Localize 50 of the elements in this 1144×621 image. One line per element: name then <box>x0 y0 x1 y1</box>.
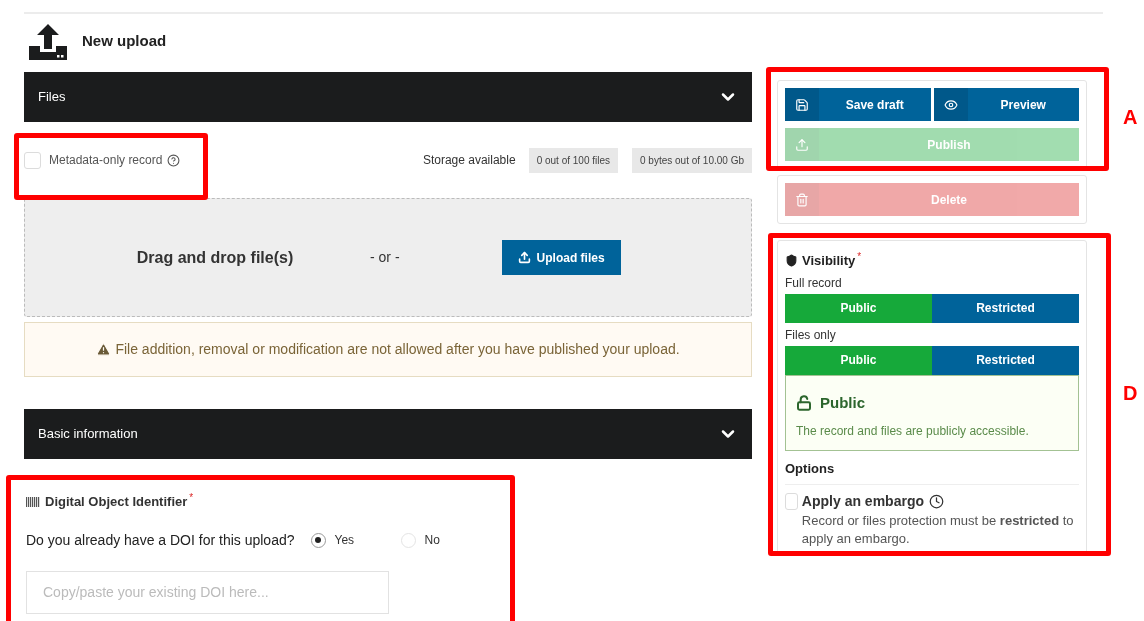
section-header[interactable]: Files <box>24 72 752 122</box>
warning-icon <box>96 342 112 357</box>
visibility-group-label: Files only <box>785 326 837 344</box>
visibility-option[interactable]: Restricted <box>932 345 1079 375</box>
files-count-badge: 0 out of 100 files <box>528 147 619 173</box>
checkbox[interactable] <box>24 151 41 169</box>
publish-icon <box>795 137 809 152</box>
status-title: Public <box>820 392 865 413</box>
save-draft-button[interactable]: Save draft <box>785 88 931 121</box>
annotation-letter: D <box>1123 381 1138 406</box>
barcode-icon <box>26 496 40 507</box>
embargo-note: Record or files protection must be restricted to apply an embargo. <box>801 511 1075 548</box>
storage-size-badge: 0 bytes out of 10.00 Gb <box>632 147 752 173</box>
warning-text: File addition, removal or modification are not allowed after you have published your upload. <box>115 340 680 359</box>
save-draft-icon <box>795 97 809 112</box>
status-text: The record and files are publicly accessible. <box>796 423 1030 440</box>
doi-input[interactable]: Copy/paste your existing DOI here... <box>26 570 389 614</box>
visibility-option[interactable]: Restricted <box>932 293 1079 323</box>
shield-icon <box>785 254 798 268</box>
delete-icon <box>795 192 809 207</box>
page-title: New upload <box>82 31 167 52</box>
embargo-label: Apply an embargo <box>801 491 924 511</box>
dropzone[interactable]: Drag and drop file(s) - or - Upload files <box>24 198 752 317</box>
section-title: Files <box>38 88 66 107</box>
section-title: Basic information <box>38 425 138 444</box>
clock-icon <box>929 493 944 509</box>
help-icon[interactable] <box>167 153 181 167</box>
or-separator: - or - <box>370 248 400 267</box>
required-mark: * <box>189 491 194 506</box>
upload-tray-icon <box>28 21 68 62</box>
checkbox[interactable] <box>785 492 798 510</box>
unlocked-icon <box>796 394 812 411</box>
annotation-letter: A <box>1123 105 1138 130</box>
preview-button[interactable]: Preview <box>933 88 1079 121</box>
visibility-group-label: Full record <box>785 274 843 292</box>
radio-label: No <box>424 532 440 549</box>
upload-icon <box>517 251 531 264</box>
visibility-title: Visibility <box>802 252 856 270</box>
section-header[interactable]: Basic information <box>24 409 752 459</box>
doi-title: Digital Object Identifier <box>45 493 188 511</box>
checkbox-label: Metadata-only record <box>49 152 163 169</box>
radio-button[interactable] <box>310 532 326 548</box>
upload-files-button[interactable]: Upload files <box>501 240 621 275</box>
storage-label: Storage available <box>422 152 516 169</box>
doi-question: Do you already have a DOI for this upload? <box>26 530 295 550</box>
options-title: Options <box>785 459 1079 485</box>
required-mark: * <box>857 250 862 265</box>
radio-label: Yes <box>334 532 355 549</box>
dropzone-text: Drag and drop file(s) <box>135 247 295 268</box>
preview-icon <box>943 97 958 112</box>
